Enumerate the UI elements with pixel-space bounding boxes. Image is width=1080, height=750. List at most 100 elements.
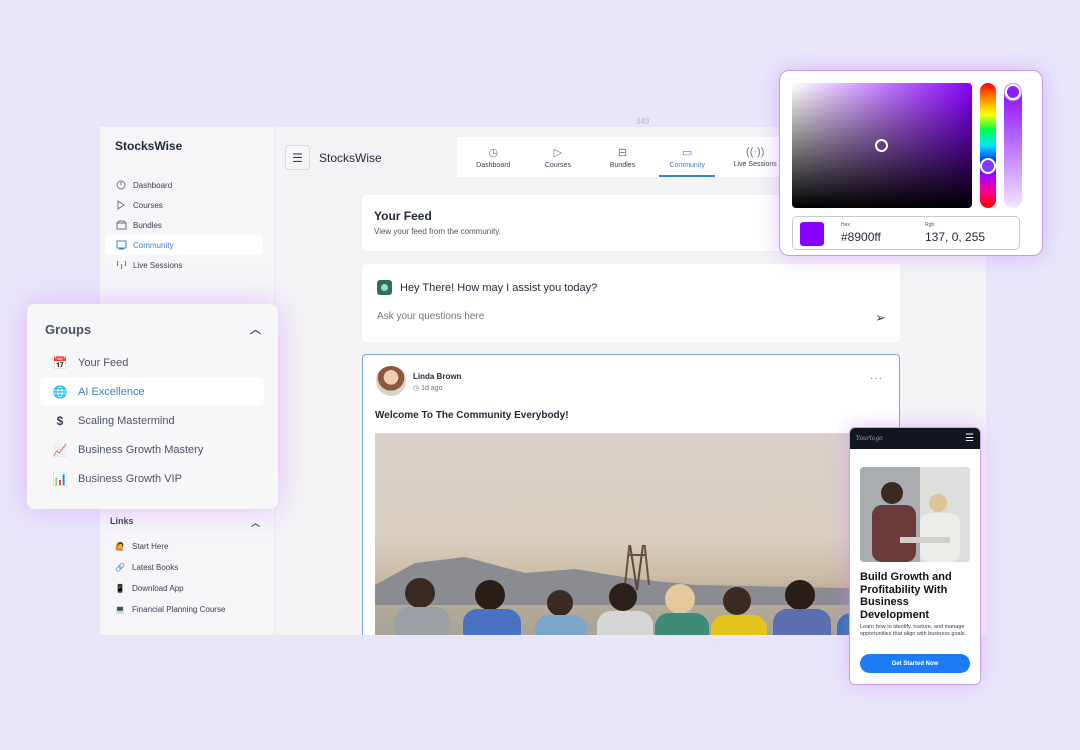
- group-item-business-growth-vip[interactable]: 📊 Business Growth VIP: [40, 464, 264, 493]
- tab-label: Bundles: [609, 161, 636, 169]
- tab-label: Community: [669, 161, 705, 169]
- hue-slider[interactable]: [980, 83, 996, 208]
- tab-dashboard[interactable]: ◷ Dashboard: [465, 137, 522, 177]
- post-card: Linda Brown ◷ 1d ago ··· Welcome To The …: [362, 354, 900, 635]
- saturation-handle[interactable]: [875, 139, 888, 152]
- bot-avatar-icon: [377, 280, 392, 295]
- group-item-scaling-mastermind[interactable]: $ Scaling Mastermind: [40, 406, 264, 435]
- mobile-title: Build Growth and Profitability With Busi…: [860, 571, 952, 621]
- send-icon[interactable]: ➢: [875, 310, 886, 326]
- link-label: Latest Books: [132, 563, 179, 572]
- sidebar-item-label: Courses: [133, 200, 163, 210]
- groups-header[interactable]: Groups ︿: [45, 321, 261, 337]
- link-latest-books[interactable]: 🔗 Latest Books: [115, 557, 225, 578]
- hamburger-menu-button[interactable]: ☰: [285, 145, 310, 170]
- links-header[interactable]: Links ︿: [110, 516, 260, 529]
- post-time: ◷ 1d ago: [413, 384, 442, 392]
- group-item-business-growth-mastery[interactable]: 📈 Business Growth Mastery: [40, 435, 264, 464]
- link-label: Financial Planning Course: [132, 605, 226, 614]
- group-label: Your Feed: [78, 356, 129, 369]
- link-download-app[interactable]: 📱 Download App: [115, 578, 225, 599]
- sidebar-item-dashboard[interactable]: Dashboard: [105, 175, 263, 195]
- link-financial-planning[interactable]: 💻 Financial Planning Course: [115, 599, 225, 620]
- sidebar-brand: StocksWise: [115, 139, 183, 153]
- alpha-slider[interactable]: [1004, 83, 1022, 208]
- play-icon: [115, 199, 127, 211]
- post-author[interactable]: Linda Brown: [413, 372, 461, 381]
- group-label: Business Growth Mastery: [78, 443, 204, 456]
- clock-icon: ◷: [413, 385, 422, 392]
- mobile-navbar: Yourlogo ☰: [850, 428, 980, 449]
- meeting-illustration: [860, 467, 970, 562]
- mobile-hero-image: [860, 467, 970, 562]
- page-subtitle: View your feed from the community.: [374, 227, 501, 236]
- chevron-up-icon: ︿: [250, 324, 261, 336]
- mobile-description: Learn how to identify, nurture, and mana…: [860, 624, 967, 637]
- mobile-logo: Yourlogo: [856, 435, 883, 442]
- broadcast-icon: ((·)): [746, 146, 765, 158]
- group-item-ai-excellence[interactable]: 🌐 AI Excellence: [40, 377, 264, 406]
- more-options-icon[interactable]: ···: [870, 373, 883, 384]
- page-title: Your Feed: [374, 209, 432, 223]
- post-text: Welcome To The Community Everybody!: [375, 410, 569, 421]
- groups-panel: Groups ︿ 📅 Your Feed 🌐 AI Excellence $ S…: [27, 304, 278, 509]
- link-icon: 🔗: [115, 563, 125, 572]
- color-swatch: [800, 222, 824, 246]
- sidebar-item-courses[interactable]: Courses: [105, 195, 263, 215]
- mobile-preview: Yourlogo ☰ Build Growth and Profitabilit…: [849, 427, 981, 685]
- broadcast-icon: [115, 259, 127, 271]
- community-icon: ▭: [681, 146, 693, 159]
- color-picker: Hex #8900ff Rgb 137, 0, 255: [779, 70, 1043, 256]
- post-image[interactable]: [375, 433, 889, 635]
- sidebar-item-label: Dashboard: [133, 180, 173, 190]
- dashboard-icon: [115, 179, 127, 191]
- play-icon: ▷: [553, 146, 563, 159]
- alpha-handle[interactable]: [1005, 84, 1021, 100]
- question-input[interactable]: [377, 311, 877, 322]
- sidebar-item-live-sessions[interactable]: Live Sessions: [105, 255, 263, 275]
- sidebar-item-community[interactable]: Community: [105, 235, 263, 255]
- topbar-brand: StocksWise: [319, 151, 382, 165]
- dashboard-icon: ◷: [488, 146, 499, 159]
- rgb-field[interactable]: 137, 0, 255: [925, 230, 985, 244]
- post-time-text: 1d ago: [421, 385, 443, 392]
- groups-heading: Groups: [45, 321, 92, 337]
- tab-bundles[interactable]: ⊟ Bundles: [594, 137, 651, 177]
- sidebar-item-label: Live Sessions: [133, 260, 183, 270]
- sidebar-item-label: Bundles: [133, 220, 162, 230]
- hamburger-icon[interactable]: ☰: [965, 433, 974, 444]
- sidebar-nav: Dashboard Courses Bundles Community Live…: [105, 175, 263, 275]
- group-label: AI Excellence: [78, 385, 145, 398]
- globe-icon: 🌐: [52, 384, 68, 399]
- bar-chart-icon: 📊: [52, 471, 68, 486]
- avatar[interactable]: [376, 366, 406, 396]
- measure-label: 349: [636, 117, 650, 126]
- tab-courses[interactable]: ▷ Courses: [530, 137, 587, 177]
- bundle-icon: ⊟: [617, 146, 628, 159]
- people-illustration: [395, 578, 889, 635]
- links-heading: Links: [110, 516, 134, 526]
- phone-icon: 📱: [115, 584, 125, 593]
- tab-label: Live Sessions: [733, 161, 777, 168]
- rgb-label: Rgb: [925, 222, 935, 228]
- color-values: Hex #8900ff Rgb 137, 0, 255: [792, 216, 1020, 250]
- tab-community[interactable]: ▭ Community: [658, 137, 716, 177]
- sidebar-item-bundles[interactable]: Bundles: [105, 215, 263, 235]
- assistant-greeting: Hey There! How may I assist you today?: [400, 282, 598, 294]
- tab-live-sessions[interactable]: ((·)) Live Sessions: [723, 137, 787, 177]
- tab-label: Dashboard: [476, 161, 511, 169]
- group-item-your-feed[interactable]: 📅 Your Feed: [40, 348, 264, 377]
- hue-handle[interactable]: [980, 158, 996, 174]
- tab-label: Courses: [544, 161, 571, 169]
- get-started-button[interactable]: Get Started Now: [860, 654, 970, 673]
- groups-list: 📅 Your Feed 🌐 AI Excellence $ Scaling Ma…: [40, 348, 264, 493]
- sidebar-item-label: Community: [133, 240, 174, 250]
- link-label: Start Here: [132, 542, 169, 551]
- group-label: Scaling Mastermind: [78, 414, 175, 427]
- chevron-up-icon: ︿: [250, 518, 260, 528]
- hex-label: Hex: [841, 222, 850, 228]
- group-label: Business Growth VIP: [78, 472, 182, 485]
- link-start-here[interactable]: 🙋 Start Here: [115, 536, 225, 557]
- dollar-icon: $: [56, 413, 64, 428]
- hex-field[interactable]: #8900ff: [841, 230, 881, 244]
